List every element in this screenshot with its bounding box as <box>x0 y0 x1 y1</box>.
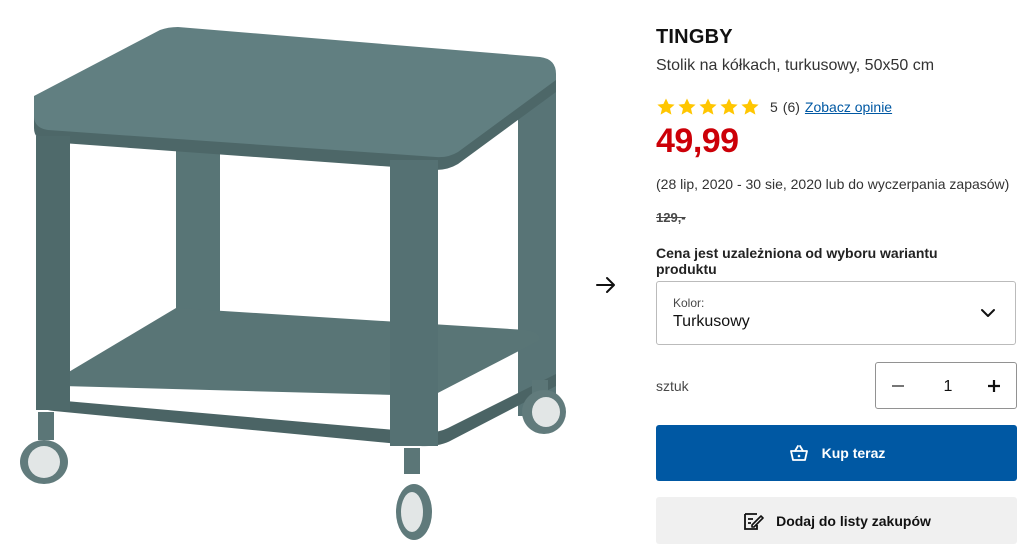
color-select-label: Kolor: <box>673 296 705 310</box>
product-info-panel: TINGBY Stolik na kółkach, turkusowy, 50x… <box>656 0 1018 544</box>
increase-quantity-button[interactable] <box>974 363 1014 408</box>
quantity-stepper <box>875 362 1017 410</box>
star-icon <box>699 98 717 115</box>
arrow-right-icon[interactable] <box>592 272 620 298</box>
edit-list-icon <box>744 512 764 530</box>
price: 49,99 <box>656 122 739 160</box>
star-icon <box>678 98 696 115</box>
table-leg-back-left <box>176 148 220 314</box>
add-to-list-label: Dodaj do listy zakupów <box>776 512 931 529</box>
shopping-bag-icon <box>789 445 808 461</box>
offer-dates: (28 lip, 2020 - 30 sie, 2020 lub do wycz… <box>656 176 1010 192</box>
rating-stars <box>656 97 760 117</box>
rating-value: 5 <box>770 99 778 115</box>
plus-icon <box>988 379 1000 392</box>
quantity-input[interactable] <box>918 363 978 410</box>
product-image[interactable] <box>0 0 590 544</box>
buy-now-button[interactable]: Kup teraz <box>656 425 1017 481</box>
minus-icon <box>892 384 904 387</box>
caster-left <box>20 412 68 484</box>
product-name: TINGBY <box>656 26 733 48</box>
star-icon <box>720 98 738 115</box>
add-to-list-button[interactable]: Dodaj do listy zakupów <box>656 497 1017 544</box>
color-select[interactable]: Kolor: Turkusowy <box>656 281 1016 345</box>
variant-note: Cena jest uzależniona od wyboru wariantu… <box>656 245 938 277</box>
table-shelf <box>62 308 540 396</box>
table-leg-front-right <box>390 160 438 446</box>
table-leg-back-right <box>518 92 556 416</box>
reviews-link[interactable]: Zobacz opinie <box>805 99 892 115</box>
product-description: Stolik na kółkach, turkusowy, 50x50 cm <box>656 57 935 74</box>
quantity-label: sztuk <box>656 378 689 394</box>
rating-count: (6) <box>782 99 800 115</box>
old-price: 129,- <box>656 210 686 225</box>
color-select-value: Turkusowy <box>673 313 750 330</box>
decrease-quantity-button[interactable] <box>878 363 918 408</box>
chevron-down-icon <box>981 309 995 317</box>
star-icon <box>741 98 759 115</box>
table-leg-front-left <box>36 136 70 410</box>
caster-front <box>396 448 432 540</box>
star-icon <box>657 98 675 115</box>
rating: 5 (6) Zobacz opinie <box>656 96 892 118</box>
buy-now-label: Kup teraz <box>821 445 886 461</box>
